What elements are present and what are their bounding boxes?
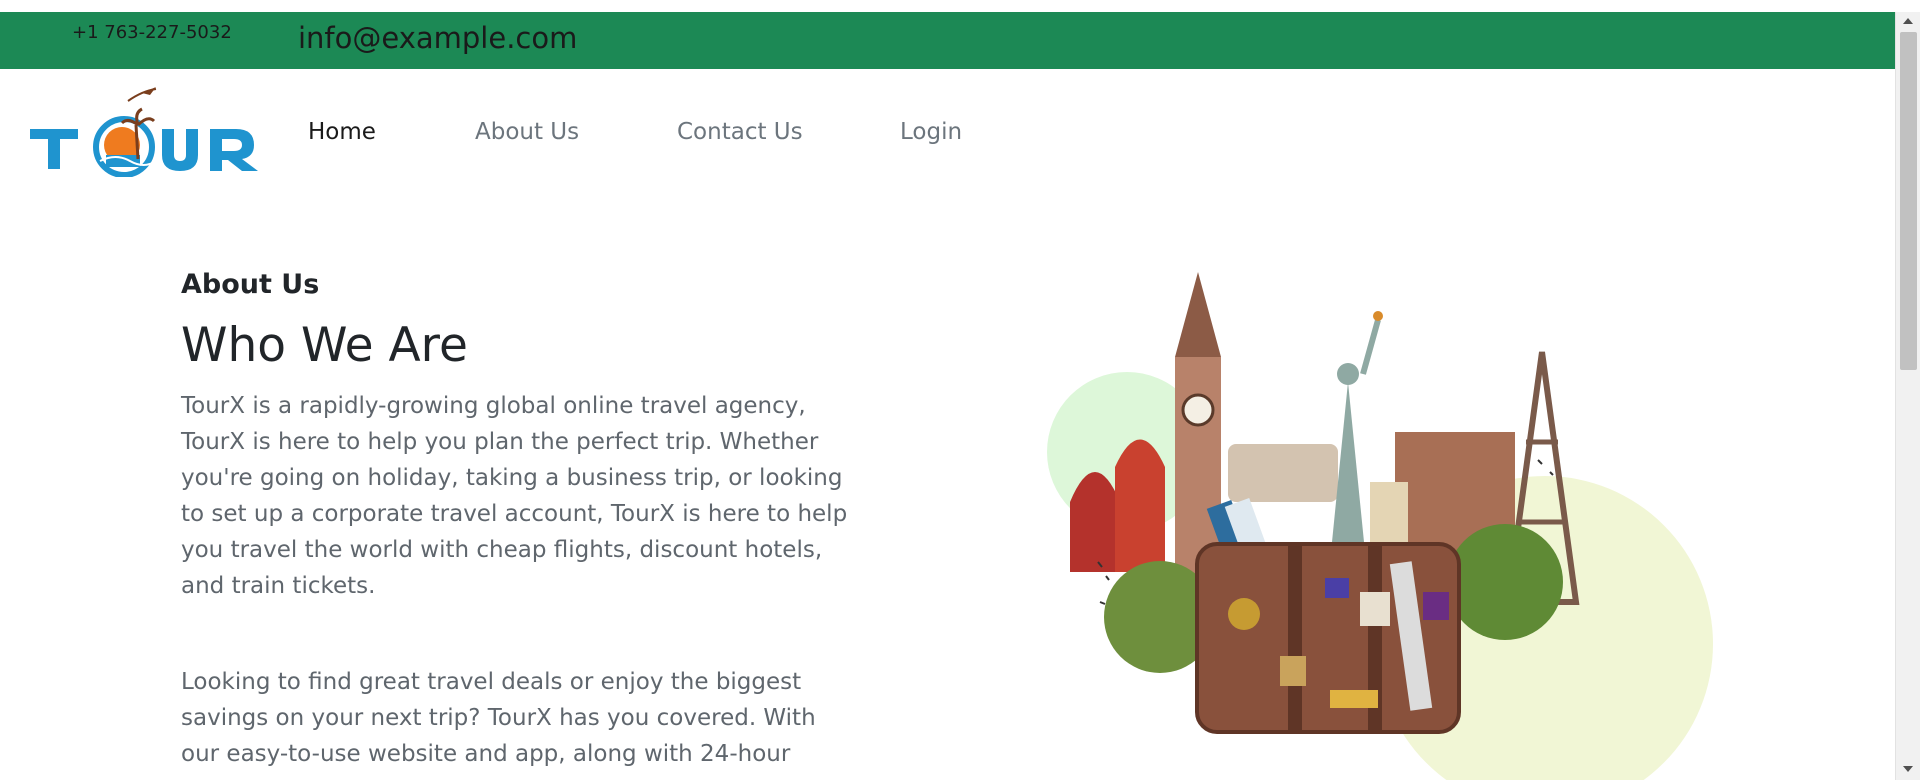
about-paragraph-2: Looking to find great travel deals or en… (181, 669, 816, 780)
nav-home[interactable]: Home (308, 119, 376, 145)
email-address[interactable]: info@example.com (298, 21, 577, 55)
section-label: About Us (181, 269, 320, 300)
section-title: Who We Are (181, 318, 468, 373)
phone-number[interactable]: +1 763-227-5032 (72, 22, 232, 43)
scroll-down-arrow-icon[interactable] (1903, 766, 1913, 772)
vertical-scrollbar[interactable] (1895, 12, 1920, 780)
nav-contact-us[interactable]: Contact Us (677, 119, 803, 145)
travel-suitcase-landmarks-icon (1047, 272, 1713, 780)
contact-topbar: +1 763-227-5032 info@example.com (0, 12, 1895, 69)
airplane-sun-palm-logo-icon (30, 87, 258, 178)
travel-illustration (1030, 262, 1730, 780)
scroll-thumb[interactable] (1900, 32, 1917, 370)
brand-logo[interactable] (30, 85, 290, 178)
scroll-up-arrow-icon[interactable] (1903, 18, 1913, 24)
main-navbar: Home About Us Contact Us Login (0, 69, 1895, 181)
top-strip (0, 0, 1920, 12)
nav-about-us[interactable]: About Us (475, 119, 579, 145)
nav-login[interactable]: Login (900, 119, 962, 145)
about-paragraph-1: TourX is a rapidly-growing global online… (181, 393, 848, 599)
